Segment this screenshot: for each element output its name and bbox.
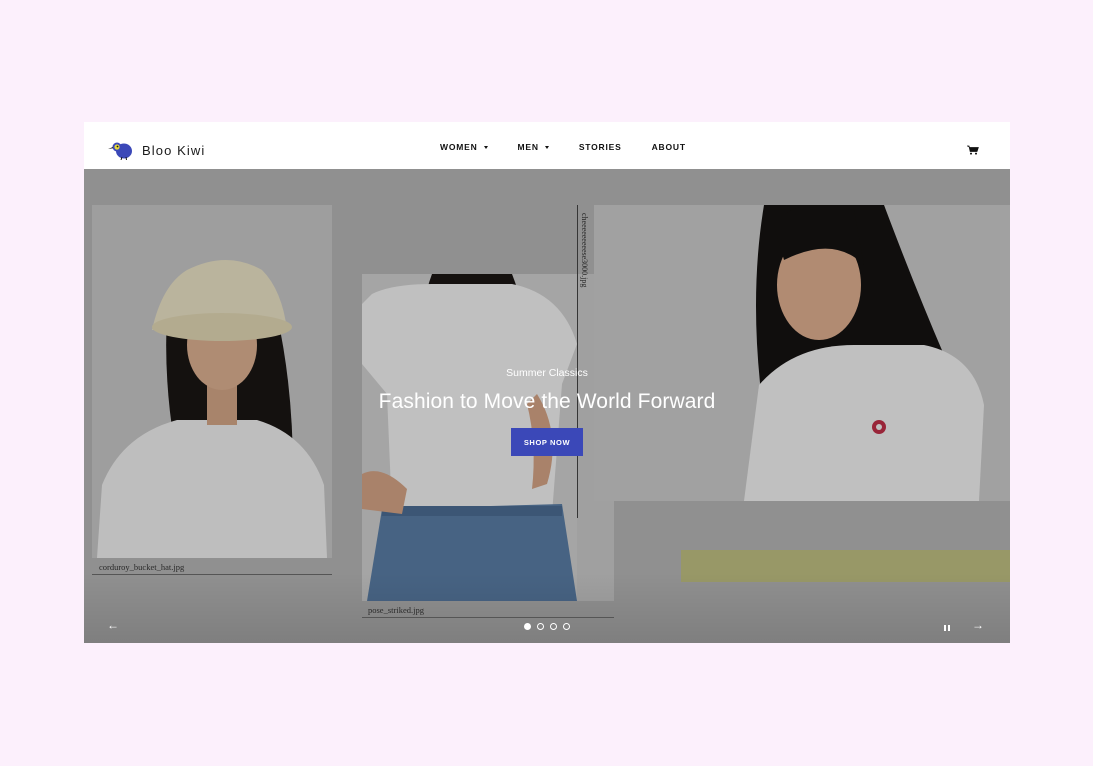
nav-item-label: WOMEN xyxy=(440,142,478,152)
hero-headline: Fashion to Move the World Forward xyxy=(378,390,716,413)
caret-down-icon xyxy=(544,145,549,149)
pause-bar xyxy=(944,625,946,631)
caption-bucket-hat: corduroy_bucket_hat.jpg xyxy=(99,562,185,572)
main-nav: WOMEN MEN STORIES ABOUT xyxy=(440,142,716,152)
smiling-model-image xyxy=(744,205,984,501)
caption-pose-striked: pose_striked.jpg xyxy=(368,605,424,615)
slide-dot-3[interactable] xyxy=(550,623,557,630)
brand-name: Bloo Kiwi xyxy=(142,142,206,158)
bucket-hat-model-image xyxy=(97,260,327,558)
site-header: Bloo Kiwi WOMEN MEN STORIES ABOUT xyxy=(84,122,1010,169)
photo-smiling xyxy=(594,205,1010,501)
slide-indicators xyxy=(524,623,570,630)
caption-underline xyxy=(92,574,332,575)
nav-item-label: STORIES xyxy=(578,142,622,152)
brand-logo[interactable]: Bloo Kiwi xyxy=(108,140,205,160)
caret-down-icon xyxy=(483,145,488,149)
slide-dot-4[interactable] xyxy=(563,623,570,630)
page-frame: Bloo Kiwi WOMEN MEN STORIES ABOUT cheeee… xyxy=(84,122,1010,643)
photo-bucket-hat xyxy=(92,205,332,558)
vertical-caption: cheeeeeeeeese3000.jpg xyxy=(580,213,589,288)
shop-now-button[interactable]: SHOP NOW xyxy=(511,428,583,456)
arrow-right-icon[interactable]: → xyxy=(972,618,984,632)
pause-bar xyxy=(948,625,950,631)
nav-item-stories[interactable]: STORIES xyxy=(579,142,622,152)
nav-item-label: ABOUT xyxy=(651,142,686,152)
hero-eyebrow: Summer Classics xyxy=(506,367,588,379)
nav-item-men[interactable]: MEN xyxy=(518,142,549,152)
kiwi-bird-icon xyxy=(108,142,132,160)
nav-item-label: MEN xyxy=(517,142,539,152)
vertical-divider xyxy=(577,205,578,518)
yellow-accent-block xyxy=(681,550,1010,582)
slide-dot-2[interactable] xyxy=(537,623,544,630)
cart-icon[interactable] xyxy=(967,145,979,155)
hero-slideshow: cheeeeeeeeese3000.jpg corduroy_bucket_ha… xyxy=(84,169,1010,643)
slide-dot-1[interactable] xyxy=(524,623,531,630)
arrow-left-icon[interactable]: ← xyxy=(107,618,119,632)
caption-underline xyxy=(362,617,614,618)
nav-item-women[interactable]: WOMEN xyxy=(440,142,488,152)
pause-icon[interactable] xyxy=(944,625,950,631)
nav-item-about[interactable]: ABOUT xyxy=(652,142,686,152)
